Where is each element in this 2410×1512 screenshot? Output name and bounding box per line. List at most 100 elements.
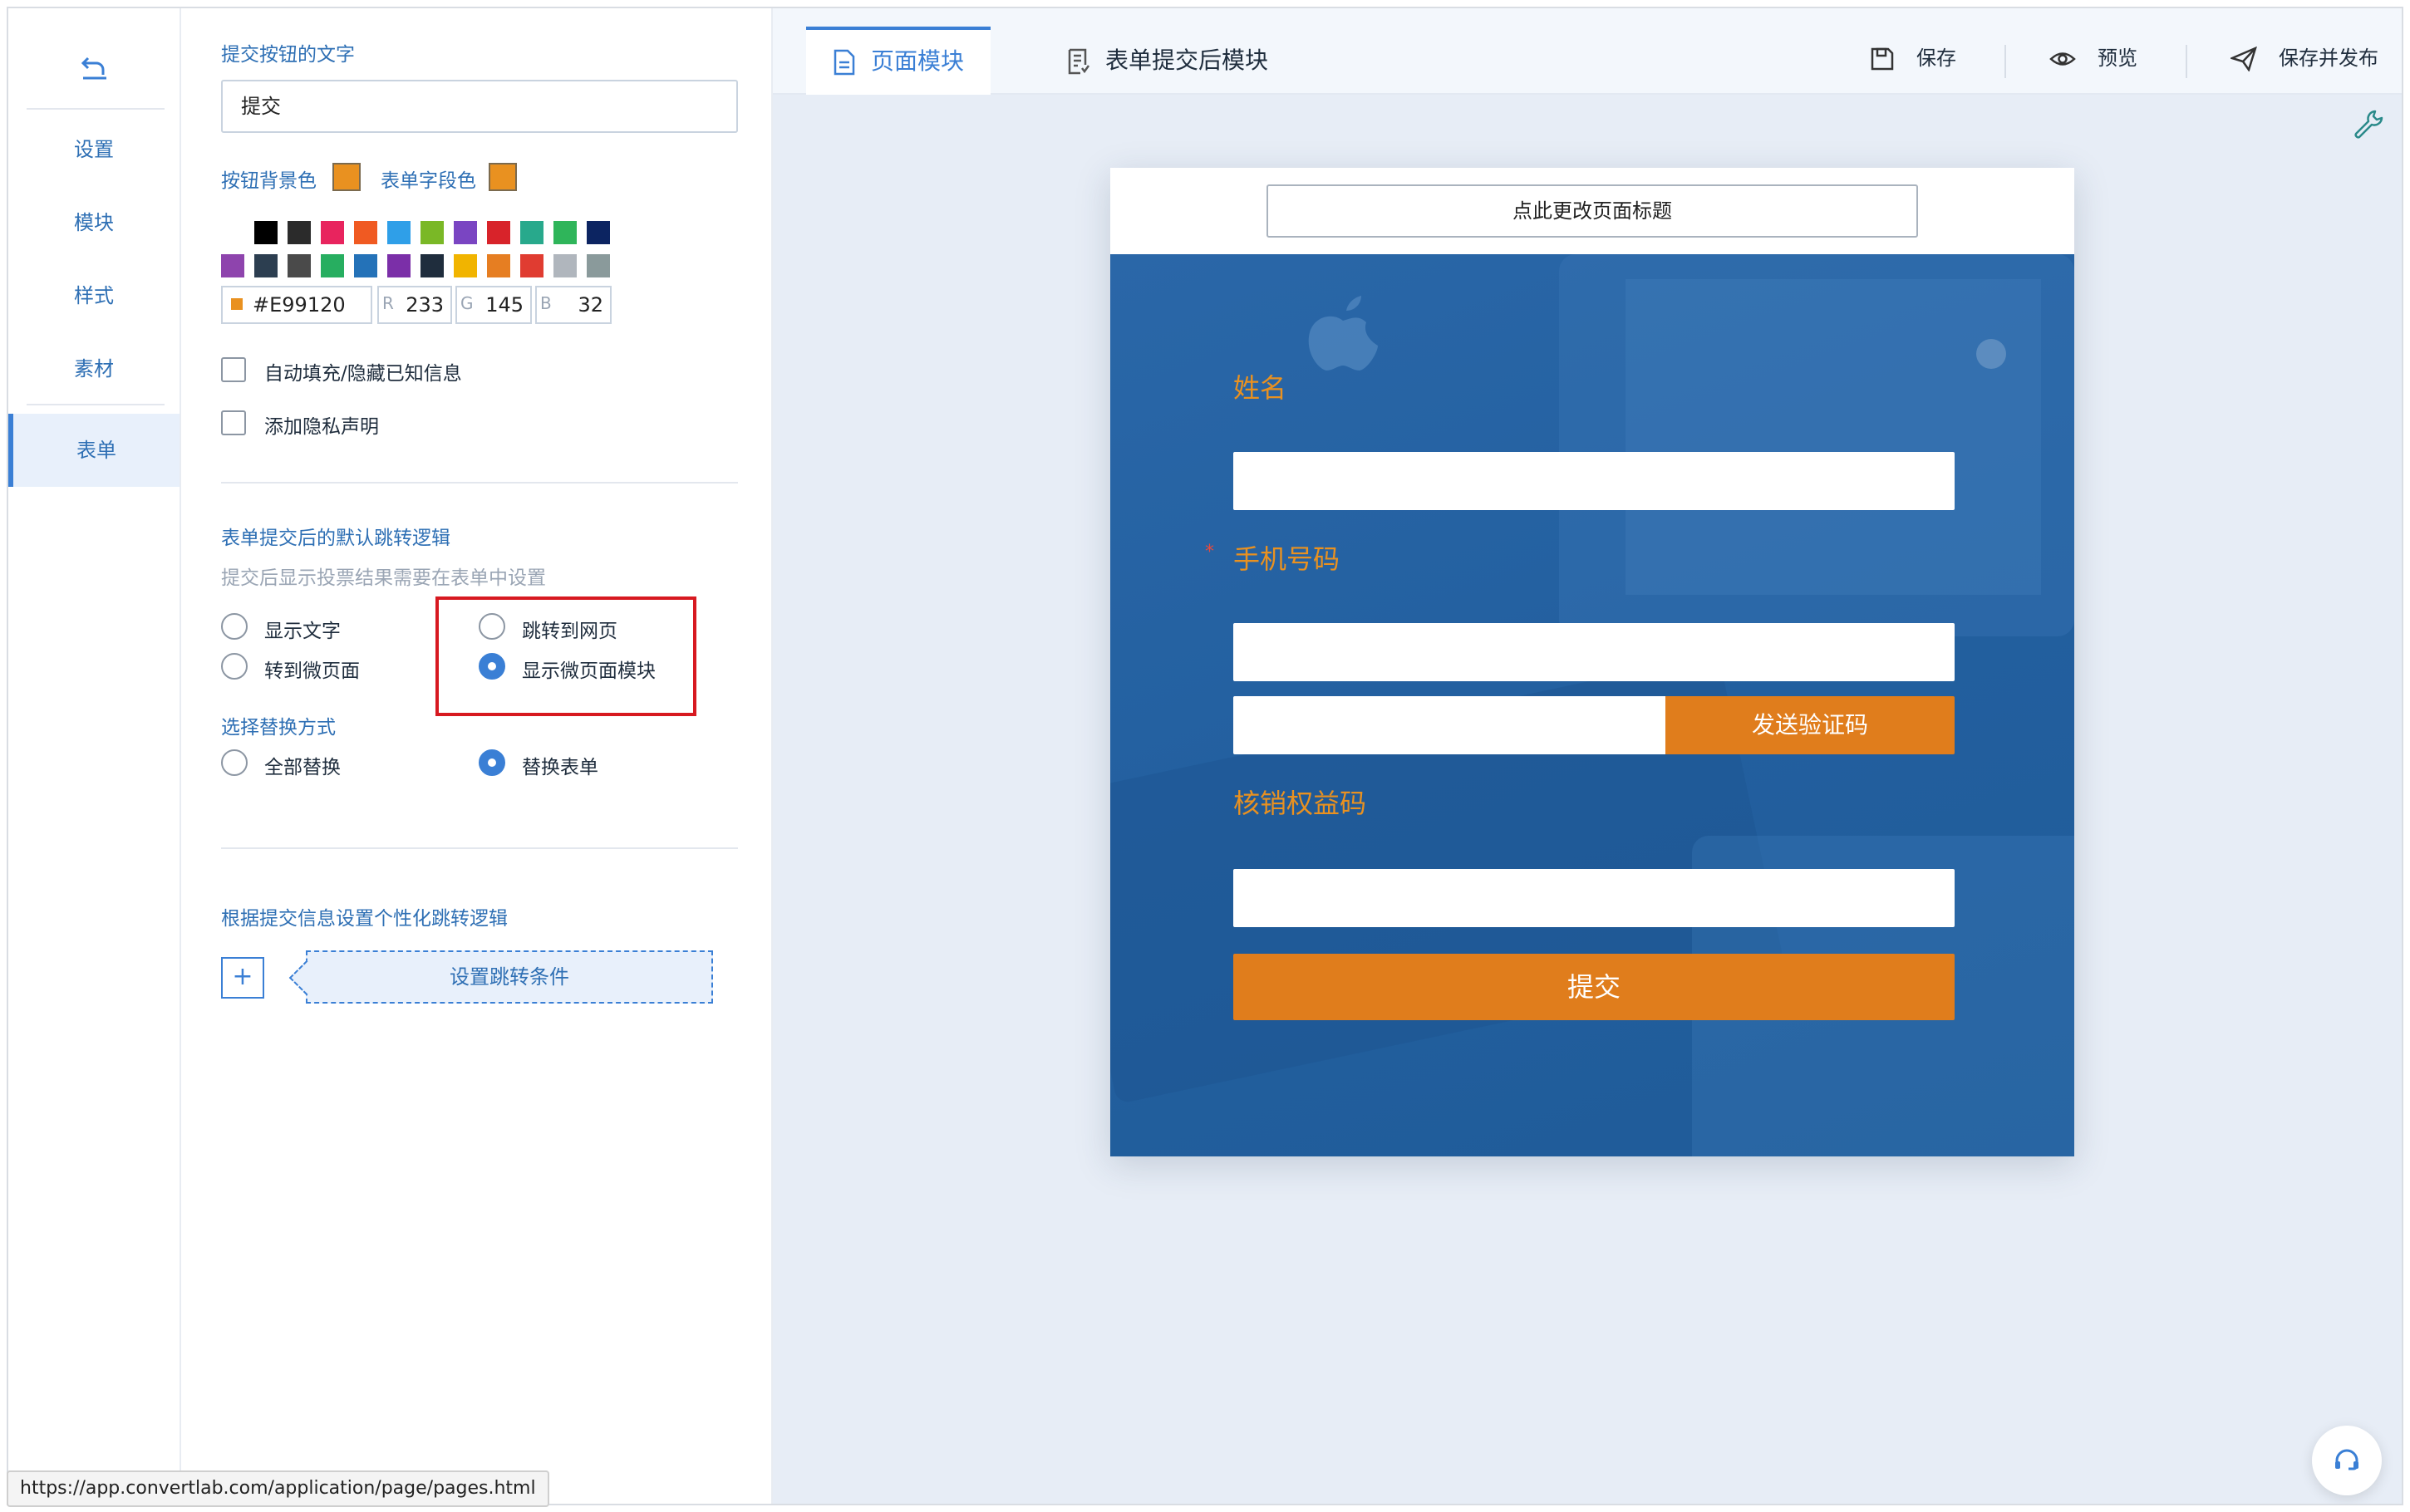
b-value: 32 (578, 293, 603, 317)
phone-label: 手机号码 (1233, 543, 1340, 575)
radio-goto-micro[interactable] (221, 653, 248, 680)
palette-swatch[interactable] (520, 221, 543, 244)
nav-item-settings[interactable]: 设置 (8, 113, 180, 186)
hex-color-chip (231, 298, 243, 310)
nav-divider (27, 108, 165, 110)
page-preview: 点此更改页面标题 姓名 * 手机号码 发送验证码 核销权益码 提交 (1110, 168, 2074, 1156)
send-sms-button[interactable]: 发送验证码 (1665, 696, 1955, 754)
palette-swatch[interactable] (553, 254, 577, 277)
autofill-label: 自动填充/隐藏已知信息 (264, 363, 462, 385)
radio-show-text-label: 显示文字 (264, 621, 341, 642)
toolbar-divider (2004, 45, 2006, 78)
set-condition-button[interactable]: 设置跳转条件 (306, 950, 713, 1004)
g-label: G (460, 293, 474, 313)
send-icon (2229, 46, 2257, 72)
g-input[interactable]: G 145 (455, 286, 532, 324)
nav-item-modules[interactable]: 模块 (8, 186, 180, 259)
palette-swatch[interactable] (454, 221, 477, 244)
palette-swatch[interactable] (487, 254, 510, 277)
submit-button[interactable]: 提交 (1233, 954, 1955, 1020)
nav-item-form[interactable]: 表单 (8, 414, 180, 487)
sms-code-input[interactable] (1233, 696, 1665, 754)
palette-swatch[interactable] (587, 254, 610, 277)
radio-replace-form[interactable] (479, 749, 505, 776)
palette-swatch[interactable] (321, 221, 344, 244)
status-bar-url: https://app.convertlab.com/application/p… (7, 1470, 549, 1507)
r-label: R (382, 293, 394, 313)
save-button[interactable]: 保存 (1870, 42, 1956, 75)
palette-swatch[interactable] (221, 221, 244, 244)
wrench-icon[interactable] (2352, 108, 2385, 141)
palette-swatch[interactable] (354, 221, 377, 244)
palette-swatch[interactable] (520, 254, 543, 277)
document-icon (834, 49, 855, 76)
submit-text-input[interactable]: 提交 (221, 80, 738, 133)
headset-icon (2335, 1449, 2358, 1470)
add-condition-button[interactable]: + (221, 957, 264, 999)
back-icon[interactable] (76, 50, 113, 86)
section-divider (221, 847, 738, 849)
page-title-button[interactable]: 点此更改页面标题 (1266, 184, 1918, 238)
field-color-swatch[interactable] (489, 163, 517, 191)
redirect-title: 表单提交后的默认跳转逻辑 (221, 528, 450, 549)
hex-color-input[interactable]: #E99120 (221, 286, 372, 324)
privacy-label: 添加隐私声明 (264, 416, 379, 438)
name-label: 姓名 (1233, 372, 1287, 404)
palette-swatch[interactable] (587, 221, 610, 244)
form-icon (1068, 48, 1090, 75)
required-mark: * (1205, 542, 1214, 562)
toolbar-divider (2186, 45, 2187, 78)
hex-value: #E99120 (253, 293, 346, 317)
publish-button[interactable]: 保存并发布 (2229, 42, 2378, 75)
nav-item-styles[interactable]: 样式 (8, 259, 180, 332)
tab-page-module[interactable]: 页面模块 (806, 27, 991, 95)
code-label: 核销权益码 (1233, 788, 1367, 819)
radio-show-text[interactable] (221, 613, 248, 640)
section-divider (221, 482, 738, 484)
palette-swatch[interactable] (254, 221, 278, 244)
top-toolbar: 页面模块 表单提交后模块 保存 预览 保存并发布 (773, 8, 2402, 95)
palette-swatch[interactable] (454, 254, 477, 277)
palette-swatch[interactable] (254, 254, 278, 277)
replace-title: 选择替换方式 (221, 717, 336, 739)
palette-swatch[interactable] (487, 221, 510, 244)
highlight-box (435, 596, 696, 716)
preview-label: 预览 (2098, 47, 2137, 70)
palette-swatch[interactable] (321, 254, 344, 277)
radio-replace-all[interactable] (221, 749, 248, 776)
palette-swatch[interactable] (387, 254, 411, 277)
save-label: 保存 (1916, 47, 1956, 70)
nav-divider (27, 404, 165, 405)
privacy-checkbox[interactable] (221, 410, 246, 435)
palette-swatch[interactable] (553, 221, 577, 244)
radio-replace-all-label: 全部替换 (264, 757, 341, 778)
palette-swatch[interactable] (354, 254, 377, 277)
field-color-label: 表单字段色 (381, 170, 476, 192)
palette-swatch[interactable] (288, 221, 311, 244)
radio-goto-micro-label: 转到微页面 (264, 660, 360, 682)
submit-text-label: 提交按钮的文字 (221, 44, 355, 66)
b-input[interactable]: B 32 (535, 286, 612, 324)
nav-item-assets[interactable]: 素材 (8, 332, 180, 405)
radio-replace-form-label: 替换表单 (522, 757, 598, 778)
tab-after-submit-label: 表单提交后模块 (1105, 47, 1269, 74)
button-bg-label: 按钮背景色 (221, 170, 317, 192)
name-input[interactable] (1233, 452, 1955, 510)
palette-swatch[interactable] (387, 221, 411, 244)
autofill-checkbox[interactable] (221, 357, 246, 382)
r-input[interactable]: R 233 (377, 286, 452, 324)
palette-swatch[interactable] (421, 254, 444, 277)
preview-button[interactable]: 预览 (2049, 42, 2137, 75)
redirect-hint: 提交后显示投票结果需要在表单中设置 (221, 567, 546, 589)
help-button[interactable] (2312, 1426, 2382, 1495)
code-input[interactable] (1233, 869, 1955, 927)
palette-swatch[interactable] (221, 254, 244, 277)
palette-swatch[interactable] (421, 221, 444, 244)
palette-swatch[interactable] (288, 254, 311, 277)
tab-after-submit[interactable]: 表单提交后模块 (1067, 27, 1268, 95)
g-value: 145 (485, 293, 524, 317)
button-bg-swatch[interactable] (332, 163, 361, 191)
phone-input[interactable] (1233, 623, 1955, 681)
eye-icon (2049, 52, 2076, 66)
save-icon (1871, 47, 1894, 71)
